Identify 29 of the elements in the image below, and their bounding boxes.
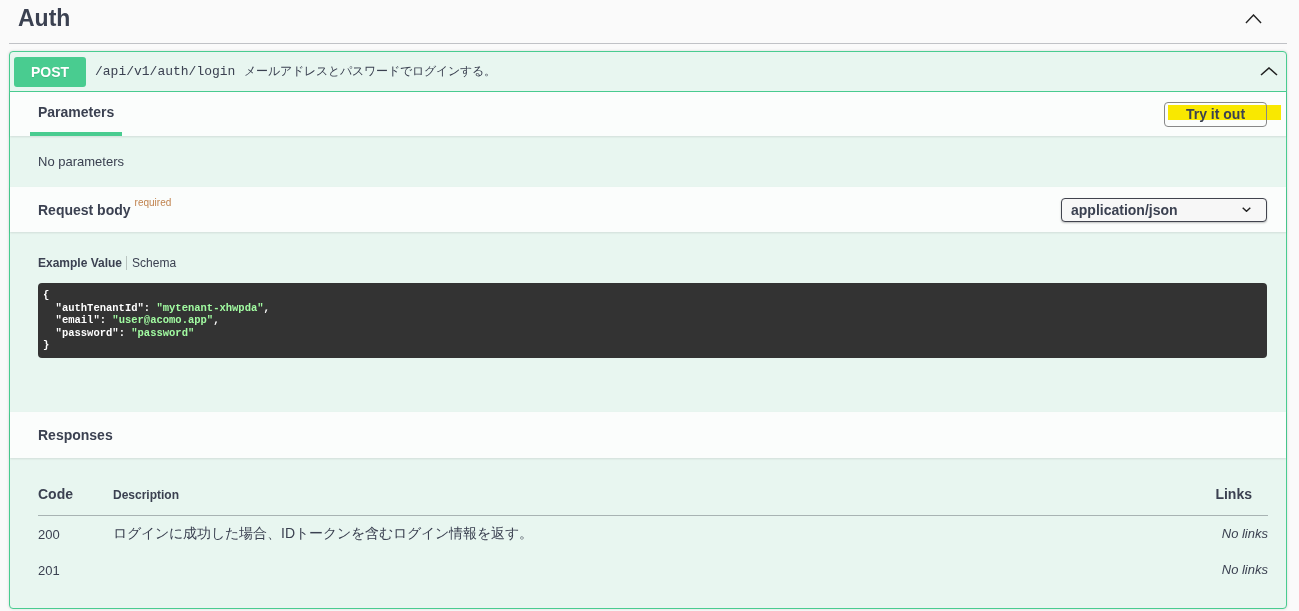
section-title: Request body bbox=[38, 201, 131, 218]
status-code: 200 bbox=[38, 526, 60, 542]
content-type-select[interactable]: application/json bbox=[1061, 197, 1267, 222]
status-code: 201 bbox=[38, 562, 60, 578]
column-header: Links bbox=[1215, 485, 1252, 502]
required-label: required bbox=[134, 196, 172, 208]
column-header: Description bbox=[113, 487, 179, 502]
code-line: "email": "user@acomo.app", bbox=[54, 314, 220, 327]
collapse-chevron-icon[interactable] bbox=[1260, 67, 1278, 76]
operation-summary: メールアドレスとパスワードでログインする。 bbox=[244, 63, 497, 80]
try-it-out-button[interactable]: Try it out bbox=[1164, 101, 1267, 127]
endpoint-path: /api/v1/auth/login bbox=[95, 64, 236, 79]
response-description: ログインに成功した場合、IDトークンを含むログイン情報を返す。 bbox=[113, 525, 533, 542]
example-tab[interactable]: Example Value bbox=[38, 256, 123, 270]
dropdown-caret-icon bbox=[1242, 207, 1251, 212]
code-line: "password": "password" bbox=[54, 326, 195, 340]
code-line: } bbox=[43, 339, 50, 352]
collapse-chevron-icon[interactable] bbox=[1245, 13, 1262, 24]
method-badge: POST bbox=[14, 56, 86, 87]
code-line: "authTenantId": "mytenant-xhwpda", bbox=[54, 301, 270, 315]
section-title: Responses bbox=[38, 426, 113, 443]
example-tab[interactable]: Schema bbox=[126, 256, 177, 270]
no-parameters-text: No parameters bbox=[38, 154, 124, 169]
links-text: No links bbox=[1221, 562, 1268, 578]
code-line: { bbox=[43, 289, 50, 302]
column-header: Code bbox=[38, 485, 73, 502]
parameters-tab[interactable]: Parameters bbox=[30, 92, 123, 136]
section-title: Auth bbox=[18, 5, 71, 32]
links-text: No links bbox=[1221, 526, 1268, 542]
